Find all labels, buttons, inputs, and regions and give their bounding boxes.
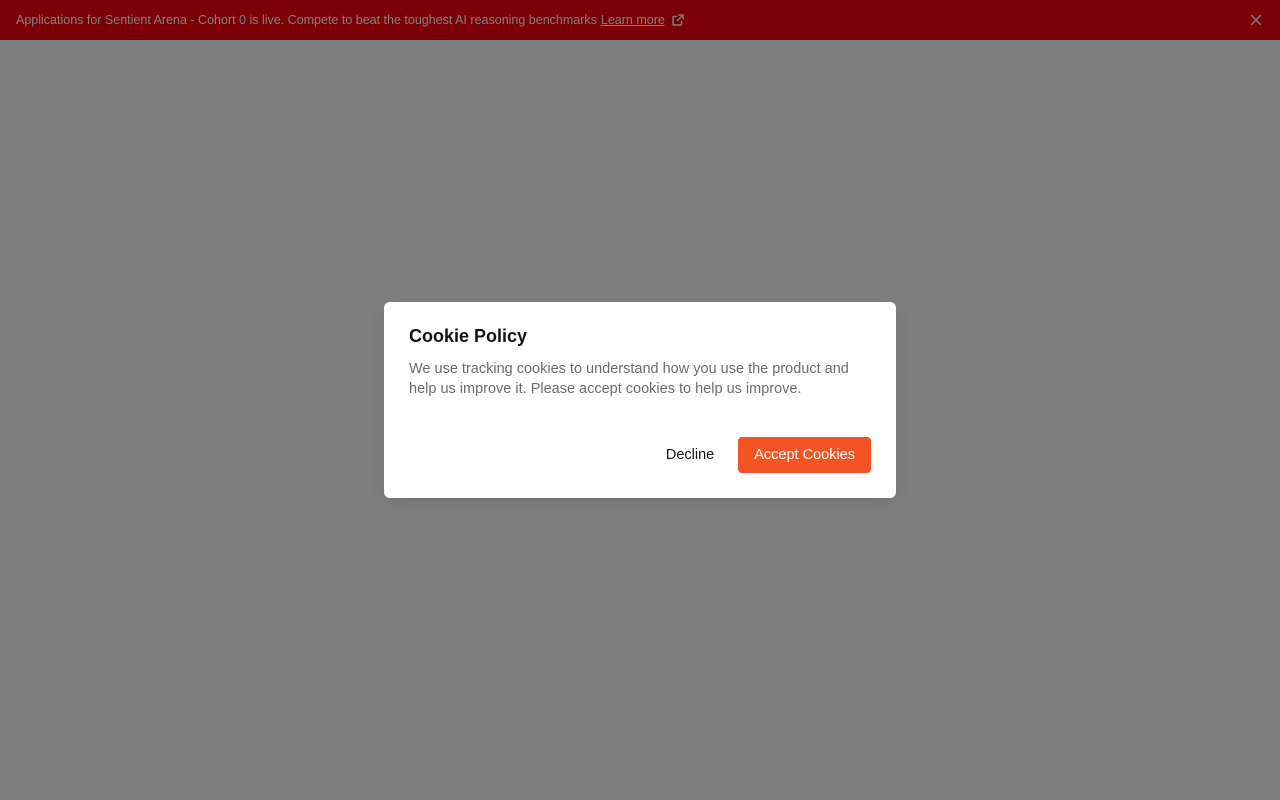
dialog-body-text: We use tracking cookies to understand ho… [409, 361, 849, 397]
accept-cookies-button[interactable]: Accept Cookies [738, 437, 871, 473]
decline-button[interactable]: Decline [650, 437, 730, 473]
dialog-title: Cookie Policy [409, 326, 528, 346]
dialog-actions: Decline Accept Cookies [650, 437, 871, 473]
cookie-policy-dialog: Cookie Policy We use tracking cookies to… [384, 302, 896, 498]
